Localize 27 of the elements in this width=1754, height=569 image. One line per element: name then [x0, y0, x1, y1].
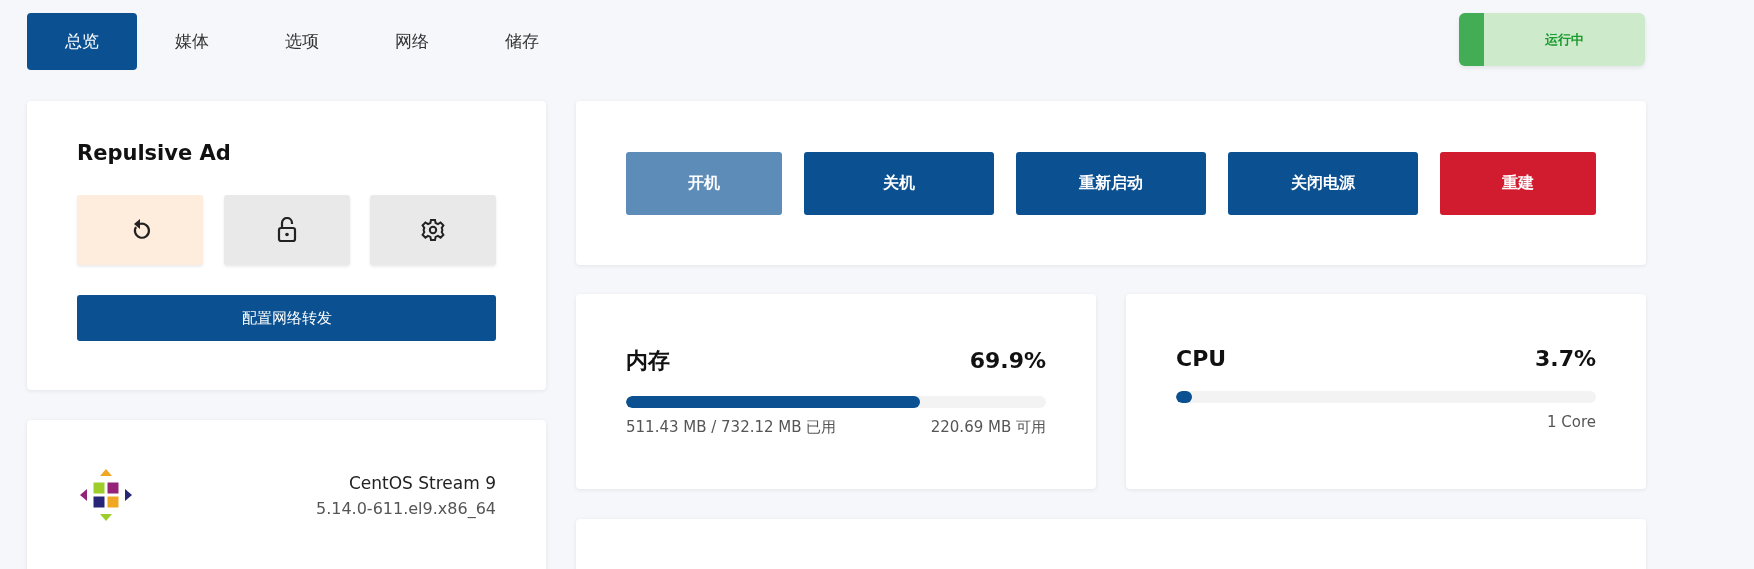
status-badge: 运行中: [1459, 13, 1645, 66]
available-note: 220.69 MB 可用: [930, 418, 1046, 437]
meter-title: 内存: [626, 347, 670, 375]
kernel-version: 5.14.0-611.el9.x86_64: [315, 498, 496, 518]
available-note: 1 Core: [1546, 413, 1596, 431]
tab[interactable]: 总览: [27, 13, 137, 70]
power-button[interactable]: 重新启动: [1016, 151, 1206, 215]
meter-title: CPU: [1176, 346, 1227, 371]
power-button[interactable]: 关机: [804, 151, 994, 215]
tab[interactable]: 选项: [247, 13, 357, 70]
reset-button[interactable]: [77, 195, 203, 265]
os-name: CentOS Stream 9: [347, 472, 496, 493]
settings-icon: [421, 218, 445, 242]
tab[interactable]: 媒体: [137, 13, 247, 70]
power-button[interactable]: 重建: [1440, 151, 1596, 215]
tab[interactable]: 网络: [357, 13, 467, 70]
os-logo-icon: [79, 468, 133, 522]
tab[interactable]: 储存: [467, 13, 577, 70]
meter-reading: 3.7%: [1535, 346, 1596, 371]
settings-button[interactable]: [370, 195, 496, 265]
lock-button[interactable]: [223, 195, 350, 265]
server-name: Repulsive Ad: [77, 141, 232, 165]
meter-reading: 69.9%: [969, 348, 1046, 373]
unlocked-padlock-icon: [276, 217, 297, 243]
network-forwarding-button[interactable]: 配置网络转发: [77, 295, 496, 341]
usage-note: 511.43 MB / 732.12 MB 已用: [626, 418, 837, 437]
power-button[interactable]: 关闭电源: [1228, 151, 1418, 215]
